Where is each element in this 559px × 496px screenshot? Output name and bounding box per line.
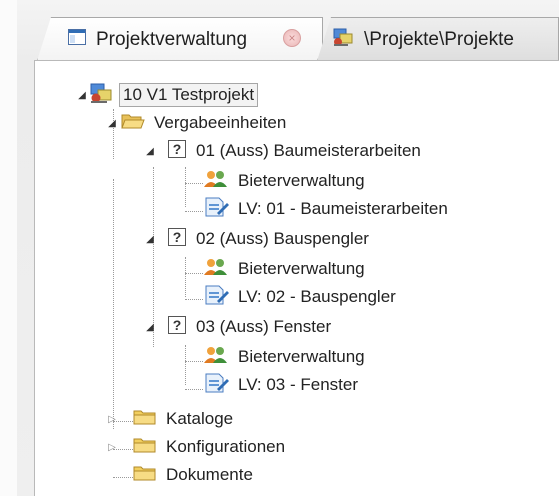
collapse-icon[interactable]: ◢ <box>145 235 155 245</box>
tree-node-root[interactable]: 10 V1 Testprojekt <box>89 82 259 109</box>
question-box-icon: ? <box>167 227 187 252</box>
tree-node-konfigurationen[interactable]: Konfigurationen <box>133 435 288 459</box>
window-icon <box>68 28 86 51</box>
tree-line <box>185 345 186 385</box>
tree-line <box>113 179 114 429</box>
tree-line <box>185 183 203 184</box>
tree-node-lv-03[interactable]: ? 03 (Auss) Fenster <box>167 315 334 339</box>
tree-node-label: LV: 01 - Baumeisterarbeiten <box>238 199 448 218</box>
tree-line <box>153 167 154 347</box>
svg-text:?: ? <box>173 141 182 157</box>
tree-node-label: 02 (Auss) Bauspengler <box>196 229 369 248</box>
tree-panel: ◢ 10 V1 Testprojekt ◢ Vergabeeinheiten ◢… <box>34 60 559 496</box>
expand-icon[interactable]: ▷ <box>107 443 117 453</box>
tab-projektverwaltung[interactable]: Projektverwaltung <box>37 17 323 61</box>
tree-node-vergabeeinheiten[interactable]: Vergabeeinheiten <box>121 111 289 135</box>
document-edit-icon <box>203 373 229 398</box>
tree-node-bieterverwaltung[interactable]: Bieterverwaltung <box>203 345 368 369</box>
tree-line <box>185 389 203 390</box>
tree-node-dokumente[interactable]: Dokumente <box>133 463 256 487</box>
tab-bar: Projektverwaltung × \Projekte\Projekte <box>17 17 559 61</box>
tree-node-label: Konfigurationen <box>166 437 286 456</box>
tree-line <box>113 477 133 478</box>
tree-node-label: Bieterverwaltung <box>238 259 365 278</box>
tree-node-label: Dokumente <box>166 465 253 484</box>
tree-line <box>185 211 203 212</box>
tree-node-lv-01[interactable]: ? 01 (Auss) Baumeisterarbeiten <box>167 139 424 163</box>
tree-node-lv[interactable]: LV: 01 - Baumeisterarbeiten <box>203 197 451 221</box>
svg-text:?: ? <box>173 229 182 245</box>
tree-line <box>113 109 114 159</box>
tree-node-label: Bieterverwaltung <box>238 347 365 366</box>
tree-line <box>185 361 203 362</box>
tab-label: Projektverwaltung <box>96 28 248 50</box>
tree-node-label: 01 (Auss) Baumeisterarbeiten <box>196 141 421 160</box>
tree-node-label: Vergabeeinheiten <box>154 113 287 132</box>
folder-open-icon <box>121 112 145 135</box>
tree-node-label: 10 V1 Testprojekt <box>119 83 259 107</box>
folder-icon <box>133 464 157 487</box>
close-tab-icon[interactable]: × <box>283 29 301 47</box>
tree-node-lv-02[interactable]: ? 02 (Auss) Bauspengler <box>167 227 372 251</box>
project-icon <box>89 82 113 109</box>
collapse-icon[interactable]: ◢ <box>145 323 155 333</box>
svg-text:?: ? <box>173 317 182 333</box>
tree-node-bieterverwaltung[interactable]: Bieterverwaltung <box>203 169 368 193</box>
folder-icon <box>133 408 157 431</box>
users-icon <box>203 169 229 194</box>
project-window: Projektverwaltung × \Projekte\Projekte ◢… <box>17 0 559 496</box>
question-box-icon: ? <box>167 139 187 164</box>
tree-line <box>185 299 203 300</box>
project-icon <box>332 27 354 53</box>
tree-line <box>185 273 203 274</box>
collapse-icon[interactable]: ◢ <box>145 147 155 157</box>
document-edit-icon <box>203 285 229 310</box>
tab-projekte[interactable]: \Projekte\Projekte <box>317 17 559 61</box>
tree-node-kataloge[interactable]: Kataloge <box>133 407 236 431</box>
tree-node-label: LV: 03 - Fenster <box>238 375 358 394</box>
collapse-icon[interactable]: ◢ <box>107 119 117 129</box>
question-box-icon: ? <box>167 315 187 340</box>
tab-label: \Projekte\Projekte <box>364 28 514 50</box>
users-icon <box>203 257 229 282</box>
tree-node-lv[interactable]: LV: 03 - Fenster <box>203 373 361 397</box>
expand-icon[interactable]: ▷ <box>107 415 117 425</box>
tree-line <box>185 167 186 207</box>
tree-node-lv[interactable]: LV: 02 - Bauspengler <box>203 285 399 309</box>
tree-node-bieterverwaltung[interactable]: Bieterverwaltung <box>203 257 368 281</box>
document-edit-icon <box>203 197 229 222</box>
folder-icon <box>133 436 157 459</box>
tree-node-label: 03 (Auss) Fenster <box>196 317 332 336</box>
tree-node-label: LV: 02 - Bauspengler <box>238 287 396 306</box>
tree-line <box>185 257 186 297</box>
tree-node-label: Kataloge <box>166 409 234 428</box>
collapse-icon[interactable]: ◢ <box>77 91 87 101</box>
tree-node-label: Bieterverwaltung <box>238 171 365 190</box>
users-icon <box>203 345 229 370</box>
